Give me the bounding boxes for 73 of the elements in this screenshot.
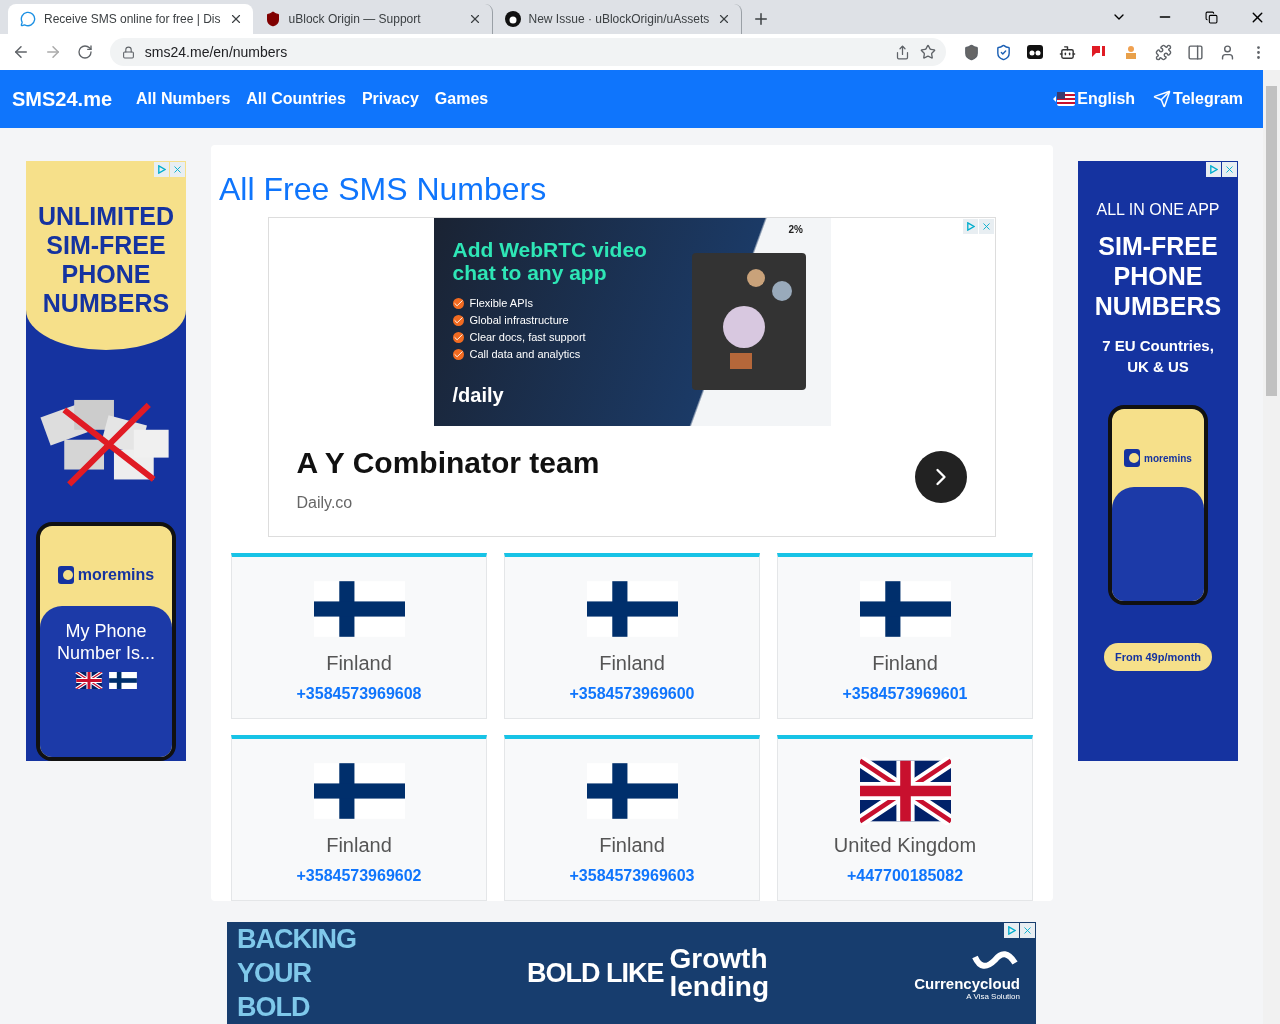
page-title: All Free SMS Numbers <box>219 170 548 209</box>
number-card[interactable]: Finland +3584573969608 <box>231 553 487 719</box>
country-name: Finland <box>599 834 665 857</box>
nav-link[interactable]: All Numbers <box>136 90 231 108</box>
language-menu[interactable]: English <box>1053 90 1136 108</box>
scrollbar-thumb[interactable] <box>1266 86 1277 396</box>
address-bar[interactable]: sms24.me/en/numbers <box>109 38 947 66</box>
phone-number: +447700185082 <box>846 867 964 885</box>
smiley-logo-icon <box>57 566 74 585</box>
ad-stat: 2% <box>788 224 803 235</box>
brand-name: Currencycloud <box>914 975 1020 992</box>
share-icon[interactable] <box>895 44 911 60</box>
ad-bullet: Global infrastructure <box>469 314 569 326</box>
uk-flag-icon <box>859 757 951 825</box>
next-button[interactable] <box>914 451 967 503</box>
tab-title: New Issue · uBlockOrigin/uAssets <box>528 12 710 26</box>
flag-icon <box>1053 92 1076 106</box>
smiley-logo-icon <box>1124 449 1141 467</box>
lock-icon <box>121 45 135 59</box>
check-icon <box>452 314 464 326</box>
ad-bullet: Call data and analytics <box>469 348 581 360</box>
brand-subtitle: A Visa Solution <box>966 992 1020 1001</box>
ad-kicker: ALL IN ONE APP <box>1096 201 1220 219</box>
ad-bullet: Flexible APIs <box>469 297 534 309</box>
ad-text: My Phone Number Is... <box>56 620 156 665</box>
chat-bubble-icon <box>20 11 36 27</box>
check-icon <box>452 348 464 360</box>
phone-number: +3584573969601 <box>842 685 968 703</box>
check-icon <box>452 331 464 343</box>
ad-headline: BACKING YOUR BOLD <box>237 923 357 1024</box>
number-card[interactable]: Finland +3584573969600 <box>504 553 760 719</box>
number-card[interactable]: United Kingdom +447700185082 <box>777 735 1033 901</box>
bookmark-star-icon[interactable] <box>920 44 937 60</box>
country-name: United Kingdom <box>833 834 977 857</box>
nav-link[interactable]: Games <box>434 90 489 108</box>
number-card[interactable]: Finland +3584573969602 <box>231 735 487 901</box>
nav-link[interactable]: All Countries <box>246 90 346 108</box>
ad-headline: SIM-FREE PHONE NUMBERS <box>1093 231 1223 321</box>
number-card[interactable]: Finland +3584573969601 <box>777 553 1033 719</box>
ad-headline: BOLD LIKE <box>527 957 664 989</box>
brand-name: moremins <box>1144 452 1192 464</box>
cat-logo-icon <box>504 11 521 27</box>
phone-number: +3584573969603 <box>569 867 695 885</box>
site-logo[interactable]: SMS24.me <box>12 87 113 111</box>
telegram-link[interactable]: Telegram <box>1153 90 1243 108</box>
send-icon <box>1153 90 1172 108</box>
ad-source: Daily.co <box>296 494 354 512</box>
tab-title: uBlock Origin — Support <box>288 12 422 26</box>
country-name: Finland <box>326 652 392 675</box>
price-button[interactable]: From 49p/month <box>1103 643 1213 671</box>
check-icon <box>452 297 464 309</box>
finland-flag-icon <box>109 672 137 690</box>
ad-tagline: Growth lending <box>669 945 771 1001</box>
brand-name: moremins <box>77 566 155 585</box>
nav-link[interactable]: Privacy <box>361 90 419 108</box>
country-name: Finland <box>599 652 665 675</box>
ad-logo: /daily <box>452 384 505 407</box>
ad-headline: A Y Combinator team <box>296 446 600 480</box>
uk-flag-icon <box>75 672 103 690</box>
browser-tab[interactable]: Receive SMS online for free | Dis <box>8 4 253 34</box>
phone-number: +3584573969600 <box>569 685 695 703</box>
shield-icon <box>264 11 281 27</box>
tab-title: Receive SMS online for free | Dis <box>44 12 221 26</box>
country-name: Finland <box>872 652 938 675</box>
number-card[interactable]: Finland +3584573969603 <box>504 735 760 901</box>
ad-bullet: Clear docs, fast support <box>469 331 586 343</box>
phone-number: +3584573969608 <box>296 685 422 703</box>
ad-choices-icon[interactable] <box>962 219 978 234</box>
country-name: Finland <box>326 834 392 857</box>
phone-number: +3584573969602 <box>296 867 422 885</box>
ad-headline: UNLIMITED SIM-FREE PHONE NUMBERS <box>36 202 176 319</box>
ad-image-headline: Add WebRTC video chat to any app <box>452 238 648 284</box>
ad-subline: 7 EU Countries, UK & US <box>1101 336 1215 377</box>
